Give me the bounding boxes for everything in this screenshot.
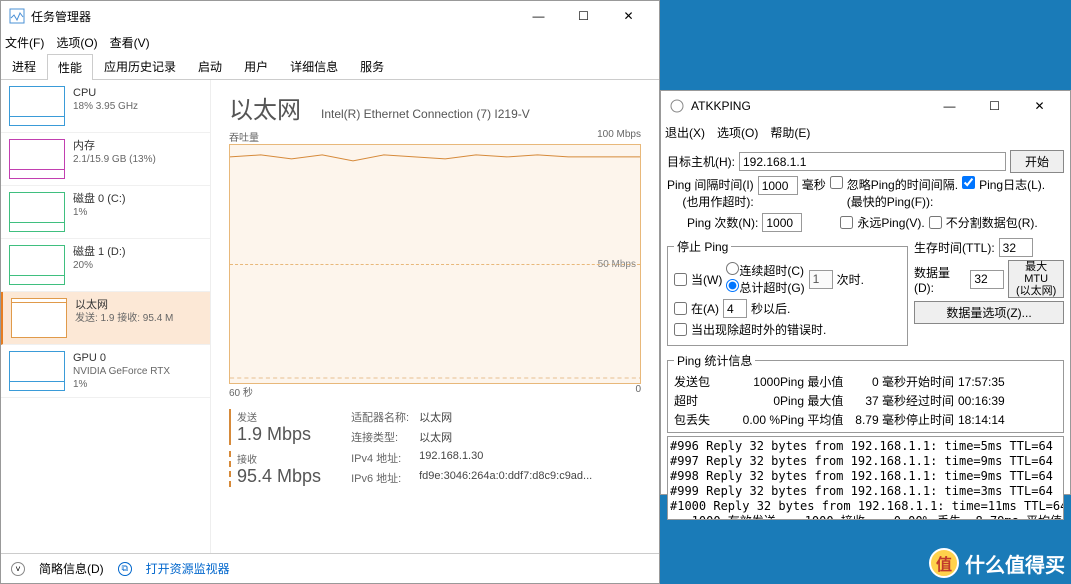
ping-stats-group: Ping 统计信息 发送包1000 Ping 最小值0 毫秒 开始时间17:57… [667,352,1064,433]
chart-svg [230,145,640,383]
close-button[interactable]: ✕ [606,1,651,31]
pw-menubar: 退出(X) 选项(O) 帮助(E) [661,121,1070,143]
watermark-badge-icon: 值 [929,548,959,578]
ping-log-checkbox[interactable] [962,176,975,189]
chart-ymax-label: 100 Mbps [597,129,641,144]
detail-title: 以太网 [229,90,301,125]
tm-titlebar[interactable]: 任务管理器 — ☐ ✕ [1,1,659,31]
watermark: 值 什么值得买 [929,548,1065,578]
total-timeout-input[interactable] [809,270,833,289]
menu-file[interactable]: 文件(F) [5,34,44,51]
pw-close-button[interactable]: ✕ [1017,91,1062,121]
open-resmon-link[interactable]: 打开资源监视器 [146,560,230,577]
tab-startup[interactable]: 启动 [187,53,233,79]
recv-label: 接收 [237,451,321,466]
sidebar-item-0[interactable]: CPU18% 3.95 GHz [1,80,210,133]
menu-help[interactable]: 帮助(E) [770,124,810,141]
ping-log[interactable]: #996 Reply 32 bytes from 192.168.1.1: ti… [667,436,1064,520]
pw-app-icon [669,98,685,114]
tab-apphistory[interactable]: 应用历史记录 [93,53,187,79]
resmon-icon: ⧉ [118,562,132,576]
cont-timeout-radio[interactable] [726,262,739,275]
chart-xleft-label: 60 秒 [229,384,253,399]
chart-throughput-label: 吞吐量 [229,129,259,144]
ttl-input[interactable] [999,238,1033,257]
tm-menubar: 文件(F) 选项(O) 查看(V) [1,31,659,53]
tab-performance[interactable]: 性能 [47,54,93,80]
minichart-icon [9,139,65,179]
total-timeout-radio[interactable] [726,279,739,292]
menu-options[interactable]: 选项(O) [56,34,97,51]
minichart-icon [9,86,65,126]
after-seconds-input[interactable] [723,299,747,318]
nofrag-checkbox[interactable] [929,216,942,229]
detail-subtitle: Intel(R) Ethernet Connection (7) I219-V [321,107,530,121]
start-button[interactable]: 开始 [1010,150,1064,173]
minichart-icon [9,351,65,391]
stop-ping-group: 停止 Ping 当(W) 连续超时(C) 总计超时(G) 次时. 在(A) 秒 [667,238,908,346]
when-checkbox[interactable] [674,273,687,286]
performance-sidebar: CPU18% 3.95 GHz内存2.1/15.9 GB (13%)磁盘 0 (… [1,80,211,553]
host-label: 目标主机(H): [667,153,735,170]
sidebar-item-1[interactable]: 内存2.1/15.9 GB (13%) [1,133,210,186]
menu-option[interactable]: 选项(O) [717,124,758,141]
tab-services[interactable]: 服务 [349,53,395,79]
sidebar-item-3[interactable]: 磁盘 1 (D:)20% [1,239,210,292]
minimize-button[interactable]: — [516,1,561,31]
count-label: Ping 次数(N): [687,214,758,231]
task-manager-window: 任务管理器 — ☐ ✕ 文件(F) 选项(O) 查看(V) 进程 性能 应用历史… [0,0,660,584]
send-label: 发送 [237,409,321,424]
send-value: 1.9 Mbps [237,424,321,445]
recv-value: 95.4 Mbps [237,466,321,487]
pw-title: ATKKPING [691,99,751,113]
sidebar-item-4[interactable]: 以太网发送: 1.9 接收: 95.4 M [1,292,210,345]
interval-input[interactable] [758,176,798,195]
menu-exit[interactable]: 退出(X) [665,124,705,141]
datasize-input[interactable] [970,270,1004,289]
tab-users[interactable]: 用户 [233,53,279,79]
menu-view[interactable]: 查看(V) [110,34,150,51]
chart-xright-label: 0 [635,384,641,399]
minichart-icon [9,192,65,232]
sidebar-item-2[interactable]: 磁盘 0 (C:)1% [1,186,210,239]
tm-title: 任务管理器 [31,8,91,25]
atkkping-window: ATKKPING — ☐ ✕ 退出(X) 选项(O) 帮助(E) 目标主机(H)… [660,90,1071,495]
forever-checkbox[interactable] [840,216,853,229]
tm-footer: ˅ 简略信息(D) ⧉ 打开资源监视器 [1,553,659,583]
minichart-icon [9,245,65,285]
pw-minimize-button[interactable]: — [927,91,972,121]
fewer-details-link[interactable]: 简略信息(D) [39,560,104,577]
tm-tabs: 进程 性能 应用历史记录 启动 用户 详细信息 服务 [1,53,659,80]
count-input[interactable] [762,213,802,232]
after-checkbox[interactable] [674,302,687,315]
pw-maximize-button[interactable]: ☐ [972,91,1017,121]
performance-detail: 以太网 Intel(R) Ethernet Connection (7) I21… [211,80,659,553]
interval-label: Ping 间隔时间(I) (也用作超时): [667,176,754,210]
tm-app-icon [9,8,25,24]
ignore-interval-checkbox[interactable] [830,176,843,189]
pw-titlebar[interactable]: ATKKPING — ☐ ✕ [661,91,1070,121]
maximize-button[interactable]: ☐ [561,1,606,31]
throughput-chart[interactable]: 50 Mbps [229,144,641,384]
max-mtu-button[interactable]: 最大 MTU (以太网) [1008,260,1064,298]
collapse-icon[interactable]: ˅ [11,562,25,576]
sidebar-item-5[interactable]: GPU 0NVIDIA GeForce RTX 1% [1,345,210,398]
on-error-checkbox[interactable] [674,323,687,336]
datasize-options-button[interactable]: 数据量选项(Z)... [914,301,1064,324]
tab-details[interactable]: 详细信息 [279,53,349,79]
adapter-info: 适配器名称:以太网 连接类型:以太网 IPv4 地址:192.168.1.30 … [351,409,592,487]
host-input[interactable] [739,152,1006,171]
tab-processes[interactable]: 进程 [1,53,47,79]
minichart-icon [11,298,67,338]
